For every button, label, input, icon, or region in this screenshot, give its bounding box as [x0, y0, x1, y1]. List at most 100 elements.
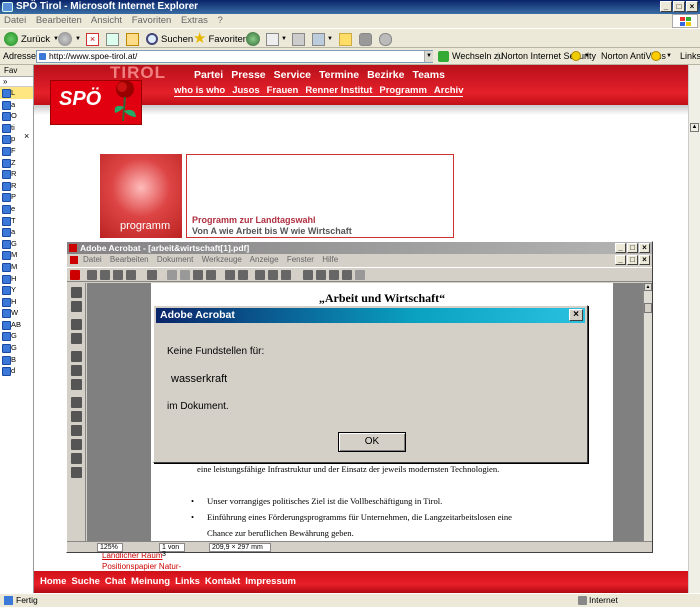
- pencil-tool-icon[interactable]: [71, 365, 82, 376]
- last-page-icon[interactable]: [206, 270, 216, 280]
- antivirus-dropdown-icon[interactable]: ▼: [666, 48, 672, 65]
- norton-gear-icon[interactable]: [571, 51, 581, 61]
- favorite-item[interactable]: H: [0, 296, 33, 308]
- zoom-tool-icon[interactable]: [71, 301, 82, 312]
- norton-security-button[interactable]: Norton Internet Security: [501, 48, 596, 65]
- favorite-item[interactable]: R: [0, 168, 33, 180]
- subnav-who-is-who[interactable]: who is who: [174, 85, 225, 96]
- favorite-item[interactable]: B: [0, 354, 33, 366]
- favorite-item[interactable]: a: [0, 226, 33, 238]
- actual-size-icon[interactable]: [255, 270, 265, 280]
- acrobat-maximize-button[interactable]: □: [627, 243, 638, 253]
- touchup-tool-icon[interactable]: [71, 467, 82, 478]
- norton-dropdown-icon[interactable]: ▼: [584, 48, 590, 65]
- subnav-programm[interactable]: Programm: [379, 85, 427, 96]
- email-icon[interactable]: [126, 270, 136, 280]
- subnav-archiv[interactable]: Archiv: [434, 85, 464, 96]
- favorite-item[interactable]: ti: [0, 122, 33, 134]
- acrobat-minimize-button[interactable]: _: [615, 243, 626, 253]
- doc-minimize-button[interactable]: _: [615, 255, 626, 265]
- mail-button[interactable]: ▼: [266, 31, 287, 47]
- hand-tool-icon[interactable]: [71, 287, 82, 298]
- favorite-item[interactable]: e: [0, 203, 33, 215]
- nav-bezirke[interactable]: Bezirke: [367, 69, 404, 81]
- movie-tool-icon[interactable]: [71, 397, 82, 408]
- favorite-item[interactable]: L: [0, 87, 33, 99]
- menu-extras[interactable]: Extras: [181, 15, 208, 26]
- favorite-item[interactable]: Z: [0, 157, 33, 169]
- extra-tool-icon[interactable]: [355, 270, 365, 280]
- footer-home[interactable]: Home: [40, 576, 66, 587]
- nav-teams[interactable]: Teams: [412, 69, 445, 81]
- favorite-item[interactable]: W: [0, 307, 33, 319]
- forward-button[interactable]: ▼: [58, 31, 81, 47]
- doc-restore-button[interactable]: □: [627, 255, 638, 265]
- menu-favoriten[interactable]: Favoriten: [132, 15, 172, 26]
- scroll-up-icon[interactable]: ▲: [690, 123, 699, 132]
- go-forward-icon[interactable]: [238, 270, 248, 280]
- print-pdf-icon[interactable]: [100, 270, 110, 280]
- favorite-item[interactable]: G: [0, 238, 33, 250]
- doc-scroll-up-icon[interactable]: ▲: [644, 283, 652, 291]
- favorite-item[interactable]: M: [0, 249, 33, 261]
- back-button[interactable]: Zurück ▼: [4, 31, 59, 47]
- web-link-icon[interactable]: [342, 270, 352, 280]
- menu-datei[interactable]: Datei: [4, 15, 26, 26]
- doc-scroll-thumb[interactable]: [644, 303, 652, 313]
- go-button[interactable]: Wechseln zu: [452, 48, 503, 65]
- folder-button[interactable]: [339, 31, 352, 47]
- acro-menu-fenster[interactable]: Fenster: [287, 255, 314, 264]
- ok-button[interactable]: OK: [338, 432, 406, 452]
- article-tool-icon[interactable]: [71, 425, 82, 436]
- search-pdf-icon[interactable]: [316, 270, 326, 280]
- links-button[interactable]: Links: [680, 48, 700, 65]
- favorite-item[interactable]: G: [0, 330, 33, 342]
- ie-maximize-button[interactable]: □: [673, 1, 685, 12]
- refresh-button[interactable]: [106, 31, 119, 47]
- form-tool-icon[interactable]: [71, 439, 82, 450]
- footer-chat[interactable]: Chat: [105, 576, 126, 587]
- favorite-item[interactable]: a: [0, 99, 33, 111]
- dialog-close-button[interactable]: ×: [569, 309, 583, 321]
- nav-termine[interactable]: Termine: [319, 69, 359, 81]
- nav-partei[interactable]: Partei: [194, 69, 223, 81]
- note-tool-icon[interactable]: [71, 351, 82, 362]
- navigation-pane-icon[interactable]: [147, 270, 157, 280]
- favorite-item[interactable]: H: [0, 273, 33, 285]
- footer-suche[interactable]: Suche: [71, 576, 100, 587]
- norton-antivirus-icon[interactable]: [651, 51, 661, 61]
- highlight-tool-icon[interactable]: [71, 379, 82, 390]
- link-positionspapier[interactable]: Positionspapier Natur-: [102, 562, 181, 571]
- footer-impressum[interactable]: Impressum: [245, 576, 296, 587]
- acrobat-close-button[interactable]: ×: [639, 243, 650, 253]
- favorite-item[interactable]: P: [0, 191, 33, 203]
- footer-links[interactable]: Links: [175, 576, 200, 587]
- ie-close-button[interactable]: ×: [686, 1, 698, 12]
- nav-service[interactable]: Service: [274, 69, 311, 81]
- favorites-expand-icon[interactable]: »: [3, 77, 7, 86]
- find-icon[interactable]: [303, 270, 313, 280]
- favorite-item[interactable]: Y: [0, 284, 33, 296]
- history-button[interactable]: [246, 31, 260, 47]
- previous-page-icon[interactable]: [180, 270, 190, 280]
- program-image[interactable]: programm: [100, 154, 182, 238]
- nav-presse[interactable]: Presse: [231, 69, 265, 81]
- footer-meinung[interactable]: Meinung: [131, 576, 170, 587]
- favorite-item[interactable]: R: [0, 180, 33, 192]
- search-results-icon[interactable]: [329, 270, 339, 280]
- favorite-item[interactable]: M: [0, 261, 33, 273]
- document-scrollbar[interactable]: ▲: [643, 283, 652, 541]
- favorite-item[interactable]: p: [0, 133, 33, 145]
- subnav-renner-institut[interactable]: Renner Institut: [305, 85, 372, 96]
- link-tool-icon[interactable]: [71, 411, 82, 422]
- search-button[interactable]: Suchen: [146, 31, 193, 47]
- spoe-logo[interactable]: SPÖ: [50, 80, 142, 125]
- page-number-field[interactable]: 1 von 3: [159, 543, 185, 558]
- footer-kontakt[interactable]: Kontakt: [205, 576, 240, 587]
- menu-help[interactable]: ?: [218, 15, 223, 26]
- stop-button[interactable]: ×: [86, 31, 99, 47]
- subnav-jusos[interactable]: Jusos: [232, 85, 259, 96]
- favorite-item[interactable]: O: [0, 110, 33, 122]
- messenger-button[interactable]: [359, 31, 372, 47]
- favorite-item[interactable]: d: [0, 365, 33, 377]
